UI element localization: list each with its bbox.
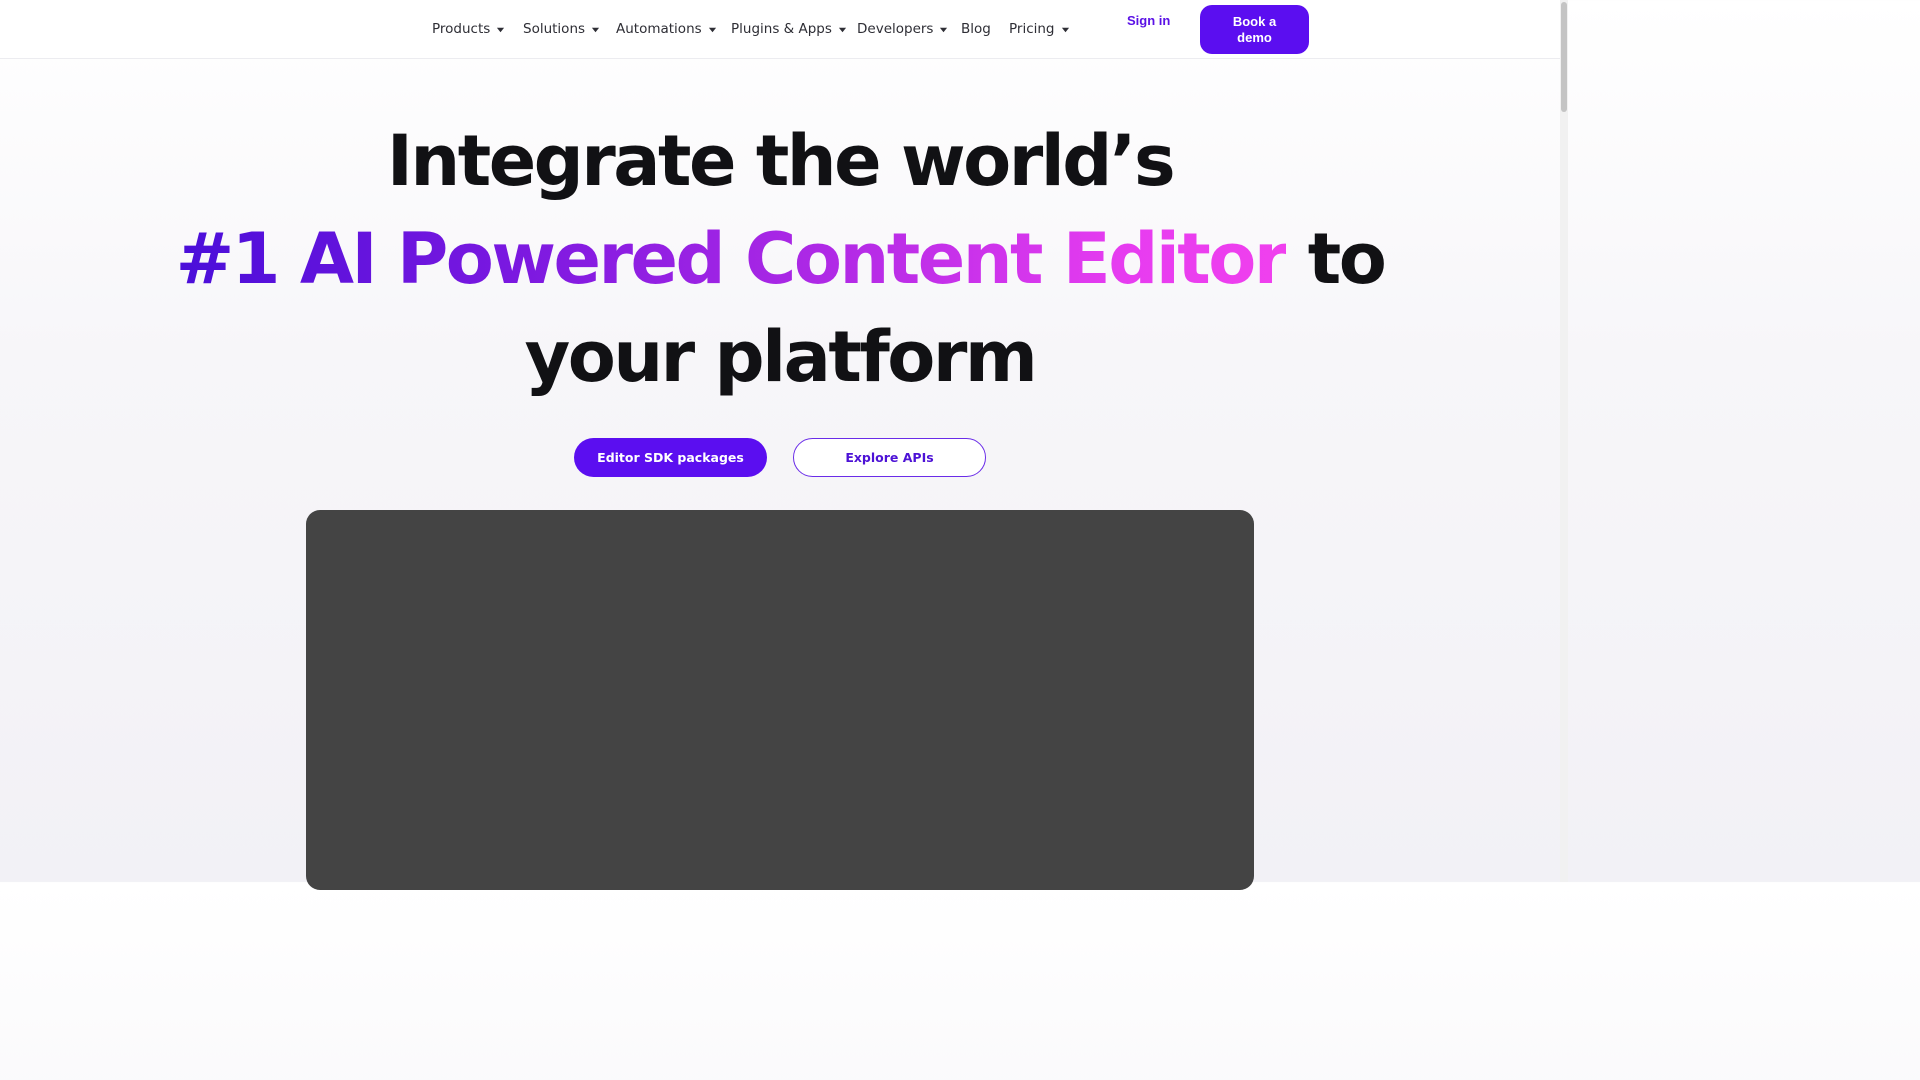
nav-pricing-label: Pricing xyxy=(1009,21,1055,37)
caret-down-icon xyxy=(1061,25,1070,34)
nav-blog[interactable]: Blog xyxy=(961,19,991,39)
nav-solutions-label: Solutions xyxy=(523,21,586,37)
hero-highlight-text: #1 AI Powered Content Editor xyxy=(175,218,1289,300)
page-scrollbar[interactable] xyxy=(1560,0,1568,882)
nav-pricing[interactable]: Pricing xyxy=(1009,19,1070,39)
caret-down-icon xyxy=(708,25,717,34)
nav-solutions[interactable]: Solutions xyxy=(523,19,600,39)
demo-video-panel[interactable] xyxy=(306,510,1254,890)
nav-developers-label: Developers xyxy=(857,21,934,37)
nav-products[interactable]: Products xyxy=(432,19,505,39)
caret-down-icon xyxy=(591,25,600,34)
book-demo-button[interactable]: Book a demo xyxy=(1200,5,1309,54)
nav-plugins-apps[interactable]: Plugins & Apps xyxy=(731,19,847,39)
explore-apis-button[interactable]: Explore APIs xyxy=(793,438,986,477)
scrollbar-thumb[interactable] xyxy=(1561,2,1567,112)
nav-blog-label: Blog xyxy=(961,21,991,37)
nav-products-label: Products xyxy=(432,21,491,37)
caret-down-icon xyxy=(939,25,948,34)
top-navbar: Products Solutions Automations Plugins &… xyxy=(0,0,1560,59)
caret-down-icon xyxy=(496,25,505,34)
hero-line-1: Integrate the world’s xyxy=(386,120,1176,202)
hero-line-2-rest: to xyxy=(1285,218,1387,300)
editor-sdk-packages-button[interactable]: Editor SDK packages xyxy=(574,438,767,477)
nav-automations-label: Automations xyxy=(616,21,702,37)
hero-line-3: your platform xyxy=(524,316,1038,398)
sign-in-link[interactable]: Sign in xyxy=(1127,13,1170,29)
nav-plugins-apps-label: Plugins & Apps xyxy=(731,21,832,37)
hero-line-2: #1 AI Powered Content Editor to xyxy=(0,210,1560,308)
caret-down-icon xyxy=(838,25,847,34)
nav-automations[interactable]: Automations xyxy=(616,19,717,39)
hero-headline: Integrate the world’s #1 AI Powered Cont… xyxy=(0,112,1560,406)
nav-developers[interactable]: Developers xyxy=(857,19,948,39)
